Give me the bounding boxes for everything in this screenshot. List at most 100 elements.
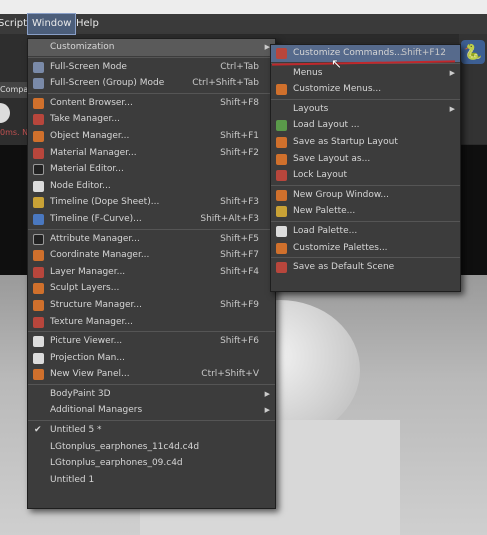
menu-item-label: Untitled 5 *: [50, 425, 102, 436]
menu-item-bodypaint-3d[interactable]: BodyPaint 3D ▶: [28, 386, 275, 403]
menu-item-customization[interactable]: Customization ▶: [28, 39, 275, 56]
coordinate-manager-icon: [33, 250, 44, 262]
menu-item-lock-layout[interactable]: Lock Layout: [271, 167, 460, 184]
menu-item-shortcut: Shift+F7: [220, 250, 259, 261]
menu-item-additional-managers[interactable]: Additional Managers ▶: [28, 402, 275, 419]
python-icon[interactable]: 🐍: [461, 40, 485, 64]
menu-item-label: Structure Manager...: [50, 299, 142, 310]
menu-item-customize-menus[interactable]: Customize Menus...: [271, 81, 460, 98]
menu-item-label: Save as Default Scene: [293, 262, 395, 273]
lock-layout-icon: [276, 170, 287, 182]
menu-item-load-palette[interactable]: Load Palette...: [271, 223, 460, 240]
menu-item-save-as-default-scene[interactable]: Save as Default Scene: [271, 259, 460, 276]
menu-item-attribute-manager[interactable]: Attribute Manager... Shift+F5: [28, 231, 275, 248]
customization-submenu: Customize Commands... Shift+F12 Menus ▶ Cust…: [270, 44, 461, 292]
save-default-scene-icon: [276, 262, 287, 274]
layer-manager-icon: [33, 266, 44, 278]
menu-item-structure-manager[interactable]: Structure Manager... Shift+F9: [28, 297, 275, 314]
projection-man-icon: [33, 352, 44, 364]
menu-item-label: LGtonplus_earphones_09.c4d: [50, 458, 183, 469]
menu-item-customize-palettes[interactable]: Customize Palettes...: [271, 240, 460, 257]
menu-item-picture-viewer[interactable]: Picture Viewer... Shift+F6: [28, 333, 275, 350]
menu-separator: [271, 257, 460, 259]
menu-item-menus[interactable]: Menus ▶: [271, 65, 460, 82]
menu-item-object-manager[interactable]: Object Manager... Shift+F1: [28, 128, 275, 145]
menu-item-label: Node Editor...: [50, 180, 111, 191]
menu-item-coordinate-manager[interactable]: Coordinate Manager... Shift+F7: [28, 247, 275, 264]
customize-commands-icon: [276, 48, 287, 59]
menu-item-save-as-startup-layout[interactable]: Save as Startup Layout: [271, 134, 460, 151]
texture-manager-icon: [33, 316, 44, 328]
menu-item-shortcut: Shift+Alt+F3: [200, 213, 259, 224]
panel-tab-compa[interactable]: Compa: [0, 82, 27, 98]
menu-item-sculpt-layers[interactable]: Sculpt Layers...: [28, 280, 275, 297]
menu-item-layouts[interactable]: Layouts ▶: [271, 101, 460, 118]
window-menu: Customization ▶ Full-Screen Mode Ctrl+Tab Fu…: [27, 38, 276, 509]
menu-separator: [28, 420, 275, 422]
menu-item-take-manager[interactable]: Take Manager...: [28, 111, 275, 128]
attribute-manager-icon: [33, 233, 44, 245]
menu-item-label: Customize Palettes...: [293, 242, 388, 253]
menu-item-untitled-1[interactable]: Untitled 1: [28, 472, 275, 489]
menu-script[interactable]: Script: [0, 14, 31, 34]
menu-window[interactable]: Window: [26, 13, 77, 35]
menu-item-customize-commands[interactable]: Customize Commands... Shift+F12: [271, 45, 460, 62]
menu-item-material-editor[interactable]: Material Editor...: [28, 161, 275, 178]
save-startup-layout-icon: [276, 136, 287, 148]
submenu-arrow-icon: ▶: [449, 68, 455, 77]
menu-item-lgtonplus-earphones-11c4d-c4d[interactable]: LGtonplus_earphones_11c4d.c4d: [28, 439, 275, 456]
new-palette-icon: [276, 206, 287, 218]
menu-item-label: Coordinate Manager...: [50, 250, 150, 261]
menu-item-timeline-f-curve[interactable]: Timeline (F-Curve)... Shift+Alt+F3: [28, 211, 275, 228]
menu-item-label: Projection Man...: [50, 352, 125, 363]
menu-item-label: Timeline (F-Curve)...: [50, 213, 142, 224]
picture-viewer-icon: [33, 336, 44, 348]
menu-item-shortcut: Shift+F5: [220, 233, 259, 244]
menu-item-new-palette[interactable]: New Palette...: [271, 203, 460, 220]
menu-item-material-manager[interactable]: Material Manager... Shift+F2: [28, 145, 275, 162]
menu-separator: [28, 56, 275, 58]
menu-item-untitled-5[interactable]: ✔ Untitled 5 *: [28, 422, 275, 439]
menu-item-label: Customize Commands...: [293, 48, 403, 58]
menu-item-label: Object Manager...: [50, 130, 130, 141]
menu-item-new-view-panel[interactable]: New View Panel... Ctrl+Shift+V: [28, 366, 275, 383]
menu-separator: [271, 184, 460, 186]
menu-item-label: Load Layout ...: [293, 120, 360, 131]
menu-separator: [271, 98, 460, 100]
menu-item-full-screen-mode[interactable]: Full-Screen Mode Ctrl+Tab: [28, 59, 275, 76]
menu-item-content-browser[interactable]: Content Browser... Shift+F8: [28, 95, 275, 112]
new-group-window-icon: [276, 189, 287, 201]
menu-item-label: Customization: [50, 42, 115, 52]
menu-item-timeline-dope-sheet[interactable]: Timeline (Dope Sheet)... Shift+F3: [28, 194, 275, 211]
menu-item-label: Material Manager...: [50, 147, 137, 158]
menu-item-label: Attribute Manager...: [50, 233, 140, 244]
menu-item-full-screen-group-mode[interactable]: Full-Screen (Group) Mode Ctrl+Shift+Tab: [28, 75, 275, 92]
fullscreen-icon: [33, 61, 44, 73]
menu-item-projection-man[interactable]: Projection Man...: [28, 350, 275, 367]
structure-manager-icon: [33, 299, 44, 311]
menu-item-label: Material Editor...: [50, 164, 124, 175]
menu-item-shortcut: Shift+F6: [220, 336, 259, 347]
menu-item-shortcut: Ctrl+Tab: [220, 61, 259, 72]
menu-bar: Script Window Help: [0, 13, 487, 35]
material-manager-icon: [33, 147, 44, 159]
menu-item-save-layout-as[interactable]: Save Layout as...: [271, 151, 460, 168]
menu-item-node-editor[interactable]: Node Editor...: [28, 178, 275, 195]
menu-item-label: Timeline (Dope Sheet)...: [50, 197, 160, 208]
material-editor-icon: [33, 164, 44, 176]
menu-item-texture-manager[interactable]: Texture Manager...: [28, 314, 275, 331]
menu-item-label: Full-Screen Mode: [50, 61, 127, 72]
save-layout-as-icon: [276, 153, 287, 165]
menu-item-shortcut: Shift+F2: [220, 147, 259, 158]
menu-separator: [271, 220, 460, 222]
menu-item-shortcut: Shift+F3: [220, 197, 259, 208]
submenu-arrow-icon: ▶: [264, 406, 270, 415]
menu-item-new-group-window[interactable]: New Group Window...: [271, 187, 460, 204]
menu-item-lgtonplus-earphones-09-c4d[interactable]: LGtonplus_earphones_09.c4d: [28, 455, 275, 472]
timeline-fcurve-icon: [33, 213, 44, 225]
menu-item-label: Menus: [293, 67, 323, 78]
menu-help[interactable]: Help: [72, 14, 103, 34]
title-bar: [0, 0, 487, 14]
menu-item-load-layout[interactable]: Load Layout ...: [271, 117, 460, 134]
menu-item-layer-manager[interactable]: Layer Manager... Shift+F4: [28, 264, 275, 281]
